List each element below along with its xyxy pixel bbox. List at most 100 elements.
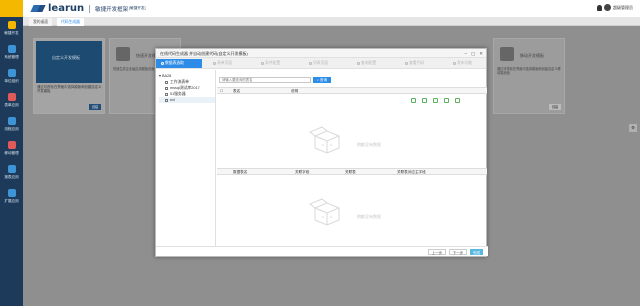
- share-icon: [7, 117, 16, 125]
- tree-node-label: BA28: [161, 74, 172, 78]
- sidebar-item-label: 报表应用: [4, 175, 19, 179]
- home-logo-cell[interactable]: [0, 0, 23, 17]
- tab-code-generator[interactable]: 代码生成器: [57, 18, 84, 26]
- user-area[interactable]: 超级管理员: [597, 4, 633, 11]
- move-icon[interactable]: [422, 98, 427, 103]
- modal-footer: 上一步 下一步 完成: [156, 246, 488, 256]
- modal-header: 在线代码生成器 并自动创建代码(自定义开发模板) – ▢ ✕: [156, 49, 486, 58]
- database-icon: [165, 98, 168, 102]
- maximize-icon[interactable]: ▢: [471, 49, 475, 58]
- database-icon: [165, 86, 168, 90]
- card-title: 自定义开发模板: [52, 55, 80, 60]
- create-button[interactable]: 创建: [549, 104, 561, 110]
- user-name[interactable]: 超级管理员: [613, 5, 633, 11]
- step-form-page[interactable]: 表单页面: [208, 59, 232, 68]
- prev-button[interactable]: 上一步: [428, 249, 446, 255]
- template-card-mobile[interactable]: 移动开发模板 通过可视化在界面中选择模版和创建自定义移动端页面 创建: [493, 38, 565, 114]
- settings-icon[interactable]: ⚙: [629, 124, 637, 132]
- card-description: 通过可视化在界面中选择模版和创建自定义移动端页面: [497, 67, 561, 76]
- create-button[interactable]: 创建: [89, 104, 101, 110]
- search-input[interactable]: [219, 77, 311, 83]
- card-description: 通过可视化在界面中选择模版和创建自定义开发模板: [37, 85, 102, 94]
- search-button[interactable]: ⌕ 查询: [313, 77, 331, 83]
- delete-icon[interactable]: [411, 98, 416, 103]
- sidebar-item-label: 系统管理: [4, 55, 19, 59]
- step-list-page[interactable]: 列表页面: [304, 59, 328, 68]
- next-button[interactable]: 下一步: [449, 249, 467, 255]
- bell-icon[interactable]: [597, 4, 602, 11]
- empty-state-text: 抱歉没有数据: [357, 214, 381, 219]
- sidebar-item-reports[interactable]: 报表应用: [0, 161, 23, 185]
- table-panel: ⌕ 查询 ☐ 表名 说明 抱歉没有数据: [217, 70, 487, 247]
- card-banner: 自定义开发模板: [36, 41, 102, 83]
- sidebar: 敏捷开发 系统管理 单位组织 表单应用 流程应用 移动管理 报表应用 扩展应用: [0, 17, 23, 306]
- mobile-icon: [7, 141, 16, 149]
- close-icon[interactable]: ✕: [479, 49, 483, 58]
- folder-icon: ▾: [159, 74, 161, 78]
- sidebar-item-extensions[interactable]: 扩展应用: [0, 185, 23, 209]
- minimize-icon[interactable]: –: [464, 49, 467, 58]
- sidebar-item-org[interactable]: 单位组织: [0, 65, 23, 89]
- step-label: 查询配置: [361, 61, 377, 65]
- sidebar-item-label: 表单应用: [4, 103, 19, 107]
- wizard-steps: 数据表选取 表单页面 条件配置 列表页面 查询配置 查看代码 发布功能: [156, 58, 486, 69]
- tree-node-label: 工作流表单: [170, 80, 189, 84]
- brand-version: [敏捷开发]: [129, 6, 146, 10]
- tab-desktop[interactable]: 我的桌面: [29, 18, 53, 26]
- col-header-relation-primary: 关联表对应主字段: [397, 170, 426, 174]
- relation-grid: 数据表名 关联字段 关联表 关联表对应主字段: [217, 168, 487, 175]
- modal-title: 在线代码生成器 并自动创建代码(自定义开发模板): [160, 51, 248, 56]
- search-row: ⌕ 查询: [219, 77, 331, 83]
- step-view-code[interactable]: 查看代码: [400, 59, 424, 68]
- step-label: 列表页面: [313, 61, 329, 65]
- sidebar-item-label: 单位组织: [4, 79, 19, 83]
- copy-icon[interactable]: [433, 98, 438, 103]
- settings-icon[interactable]: [455, 98, 460, 103]
- finish-button[interactable]: 完成: [470, 249, 483, 255]
- tree-node-label: 51服务器: [170, 92, 186, 96]
- edit-icon[interactable]: [444, 98, 449, 103]
- col-header-relation-field: 关联字段: [295, 170, 310, 174]
- step-query-config[interactable]: 查询配置: [352, 59, 376, 68]
- step-label: 发布功能: [457, 61, 473, 65]
- select-all-checkbox[interactable]: ☐: [220, 88, 223, 94]
- sidebar-item-system[interactable]: 系统管理: [0, 41, 23, 65]
- step-table-select[interactable]: 数据表选取: [156, 59, 202, 68]
- system-icon: [7, 45, 16, 53]
- forms-icon: [7, 93, 16, 101]
- step-icon: [453, 61, 456, 65]
- sidebar-item-label: 流程应用: [4, 127, 19, 131]
- brand: learun 敏捷开发框架 [敏捷开发]: [30, 3, 146, 14]
- empty-state-text: 抱歉没有数据: [357, 142, 381, 147]
- sidebar-item-forms[interactable]: 表单应用: [0, 89, 23, 113]
- database-tree: ▾ BA28 工作流表单 mssql测试库2017 51服务器 exl: [156, 70, 216, 247]
- col-header-description: 说明: [291, 89, 299, 93]
- brand-name: learun: [48, 3, 85, 14]
- step-publish[interactable]: 发布功能: [448, 59, 472, 68]
- avatar[interactable]: [604, 4, 611, 11]
- card-title: 移动开发模板: [520, 53, 544, 58]
- top-header: learun 敏捷开发框架 [敏捷开发] 超级管理员: [0, 0, 640, 17]
- sidebar-item-workflow[interactable]: 流程应用: [0, 113, 23, 137]
- step-icon: [357, 61, 360, 65]
- step-label: 表单页面: [217, 61, 233, 65]
- col-header-relation-table: 关联表: [345, 170, 356, 174]
- tree-node-label: mssql测试库2017: [170, 86, 200, 90]
- code-generator-modal: 在线代码生成器 并自动创建代码(自定义开发模板) – ▢ ✕ 数据表选取 表单页…: [155, 48, 488, 257]
- empty-box-icon: [309, 126, 340, 154]
- window-controls: – ▢ ✕: [464, 49, 483, 58]
- empty-box-icon: [309, 198, 340, 226]
- empty-state-relations: 抱歉没有数据: [217, 176, 487, 236]
- tree-node-selected[interactable]: exl: [159, 97, 215, 103]
- table-grid: ☐ 表名 说明: [217, 87, 487, 94]
- report-icon: [7, 165, 16, 173]
- step-condition-config[interactable]: 条件配置: [256, 59, 280, 68]
- step-icon: [309, 61, 312, 65]
- monitor-icon: [116, 47, 130, 61]
- sidebar-item-mobile[interactable]: 移动管理: [0, 137, 23, 161]
- sidebar-item-agile[interactable]: 敏捷开发: [0, 17, 23, 41]
- extension-icon: [7, 189, 16, 197]
- table-grid-header: ☐ 表名 说明: [217, 88, 487, 94]
- brand-subtitle: 敏捷开发框架: [95, 6, 129, 13]
- template-card-custom[interactable]: 自定义开发模板 通过可视化在界面中选择模版和创建自定义开发模板 创建: [33, 38, 105, 114]
